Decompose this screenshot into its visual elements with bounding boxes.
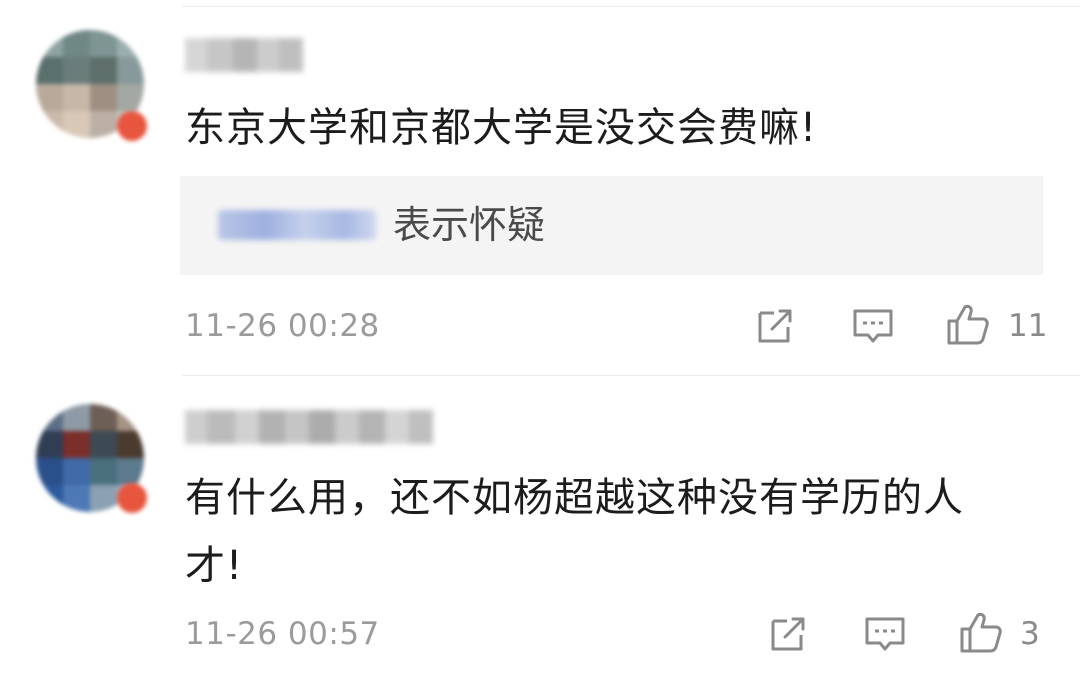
comment-item: 有什么用，还不如杨超越这种没有学历的人 才! 11-26 00:57 3 (0, 376, 1080, 680)
comment-icon[interactable] (850, 303, 896, 349)
comment-text-line-1: 有什么用，还不如杨超越这种没有学历的人 (185, 475, 964, 521)
comment-item: 东京大学和京都大学是没交会费嘛! 表示怀疑 11-26 00:28 11 (0, 0, 1080, 375)
verified-badge-icon (117, 111, 147, 141)
like-icon[interactable] (958, 609, 1004, 655)
reply-preview[interactable]: 表示怀疑 (180, 176, 1043, 275)
reply-username[interactable] (218, 210, 376, 240)
reply-text: 表示怀疑 (393, 203, 546, 247)
share-icon[interactable] (765, 611, 811, 657)
share-icon[interactable] (752, 303, 798, 349)
comment-icon[interactable] (862, 611, 908, 657)
like-count: 3 (1020, 616, 1040, 652)
username[interactable] (185, 410, 433, 444)
comment-text-line-2: 才! (185, 543, 244, 589)
like-count: 11 (1008, 308, 1048, 344)
like-icon[interactable] (945, 301, 991, 347)
comment-text: 东京大学和京都大学是没交会费嘛! (185, 105, 818, 151)
comment-timestamp: 11-26 00:28 (185, 308, 380, 344)
comment-timestamp: 11-26 00:57 (185, 616, 380, 652)
comment-list: 东京大学和京都大学是没交会费嘛! 表示怀疑 11-26 00:28 11 有什么… (0, 0, 1080, 680)
username[interactable] (185, 38, 303, 72)
verified-badge-icon (117, 483, 147, 513)
